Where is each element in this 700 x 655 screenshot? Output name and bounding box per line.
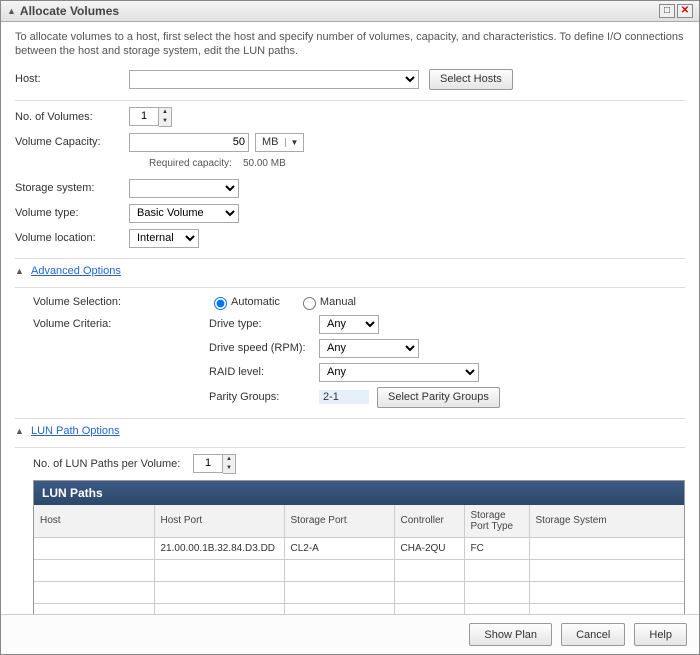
collapse-icon[interactable]: ▲	[15, 426, 24, 436]
volume-criteria-label: Volume Criteria:	[33, 318, 209, 330]
table-cell	[34, 581, 154, 603]
drive-speed-select[interactable]: Any	[319, 339, 419, 358]
table-cell	[464, 581, 529, 603]
table-cell	[34, 603, 154, 614]
table-cell	[529, 581, 684, 603]
table-cell	[529, 603, 684, 614]
num-volumes-down-icon[interactable]: ▼	[159, 117, 171, 126]
num-lun-paths-input[interactable]	[193, 454, 223, 473]
select-hosts-button[interactable]: Select Hosts	[429, 69, 513, 90]
num-volumes-label: No. of Volumes:	[15, 111, 129, 123]
table-cell	[284, 581, 394, 603]
volume-location-select[interactable]: Internal	[129, 229, 199, 248]
table-cell	[394, 559, 464, 581]
table-row[interactable]	[34, 559, 684, 581]
num-volumes-up-icon[interactable]: ▲	[159, 108, 171, 117]
capacity-unit-select[interactable]: MB ▼	[255, 133, 304, 152]
titlebar: ▲ Allocate Volumes □ ✕	[1, 1, 699, 22]
table-cell	[284, 603, 394, 614]
table-cell: 21.00.00.1B.32.84.D3.DD	[154, 537, 284, 559]
table-cell	[154, 603, 284, 614]
volume-type-label: Volume type:	[15, 207, 129, 219]
required-capacity-value: 50.00 MB	[243, 158, 286, 169]
collapse-icon[interactable]: ▲	[7, 6, 16, 16]
volume-capacity-input[interactable]	[129, 133, 249, 152]
host-select[interactable]	[129, 70, 419, 89]
table-cell	[154, 581, 284, 603]
chevron-down-icon[interactable]: ▼	[285, 138, 304, 147]
capacity-unit-value: MB	[256, 136, 285, 148]
col-storage-port: Storage Port	[284, 505, 394, 538]
drive-type-label: Drive type:	[209, 318, 319, 330]
select-parity-groups-button[interactable]: Select Parity Groups	[377, 387, 500, 408]
button-bar: Show Plan Cancel Help	[1, 614, 699, 654]
table-cell: CL2-A	[284, 537, 394, 559]
table-row[interactable]	[34, 603, 684, 614]
lun-paths-down-icon[interactable]: ▼	[223, 464, 235, 473]
lun-path-options-toggle[interactable]: LUN Path Options	[31, 425, 120, 437]
table-row[interactable]: 21.00.00.1B.32.84.D3.DDCL2-ACHA-2QUFC	[34, 537, 684, 559]
description-text: To allocate volumes to a host, first sel…	[15, 30, 685, 59]
show-plan-button[interactable]: Show Plan	[469, 623, 552, 646]
table-cell: FC	[464, 537, 529, 559]
close-button[interactable]: ✕	[677, 4, 693, 18]
table-cell	[394, 603, 464, 614]
lun-paths-title: LUN Paths	[34, 481, 684, 505]
storage-system-label: Storage system:	[15, 182, 129, 194]
table-cell	[529, 559, 684, 581]
content-area: To allocate volumes to a host, first sel…	[1, 22, 699, 614]
table-cell	[34, 559, 154, 581]
volume-location-label: Volume location:	[15, 232, 129, 244]
host-label: Host:	[15, 73, 129, 85]
manual-radio[interactable]: Manual	[298, 294, 356, 310]
table-row[interactable]	[34, 581, 684, 603]
num-lun-paths-label: No. of LUN Paths per Volume:	[33, 458, 193, 470]
table-cell	[464, 603, 529, 614]
col-host: Host	[34, 505, 154, 538]
table-cell	[394, 581, 464, 603]
required-capacity-label: Required capacity:	[149, 158, 232, 169]
volume-selection-label: Volume Selection:	[33, 296, 209, 308]
table-cell	[284, 559, 394, 581]
drive-speed-label: Drive speed (RPM):	[209, 342, 319, 354]
table-cell: CHA-2QU	[394, 537, 464, 559]
num-volumes-input[interactable]	[129, 107, 159, 126]
help-button[interactable]: Help	[634, 623, 687, 646]
table-cell	[464, 559, 529, 581]
automatic-radio[interactable]: Automatic	[209, 294, 280, 310]
storage-system-select[interactable]	[129, 179, 239, 198]
raid-level-select[interactable]: Any	[319, 363, 479, 382]
table-cell	[529, 537, 684, 559]
volume-type-select[interactable]: Basic Volume	[129, 204, 239, 223]
raid-level-label: RAID level:	[209, 366, 319, 378]
table-cell	[154, 559, 284, 581]
lun-paths-table: LUN Paths Host Host Port Storage Port Co…	[33, 480, 685, 614]
parity-groups-value: 2-1	[319, 390, 369, 404]
volume-capacity-label: Volume Capacity:	[15, 136, 129, 148]
lun-paths-up-icon[interactable]: ▲	[223, 455, 235, 464]
drive-type-select[interactable]: Any	[319, 315, 379, 334]
allocate-volumes-dialog: ▲ Allocate Volumes □ ✕ To allocate volum…	[0, 0, 700, 655]
col-controller: Controller	[394, 505, 464, 538]
col-host-port: Host Port	[154, 505, 284, 538]
window-title: Allocate Volumes	[20, 4, 657, 18]
col-storage-port-type: Storage Port Type	[464, 505, 529, 538]
maximize-button[interactable]: □	[659, 4, 675, 18]
cancel-button[interactable]: Cancel	[561, 623, 625, 646]
table-cell	[34, 537, 154, 559]
parity-groups-label: Parity Groups:	[209, 391, 319, 403]
collapse-icon[interactable]: ▲	[15, 266, 24, 276]
col-storage-system: Storage System	[529, 505, 684, 538]
advanced-options-toggle[interactable]: Advanced Options	[31, 265, 121, 277]
